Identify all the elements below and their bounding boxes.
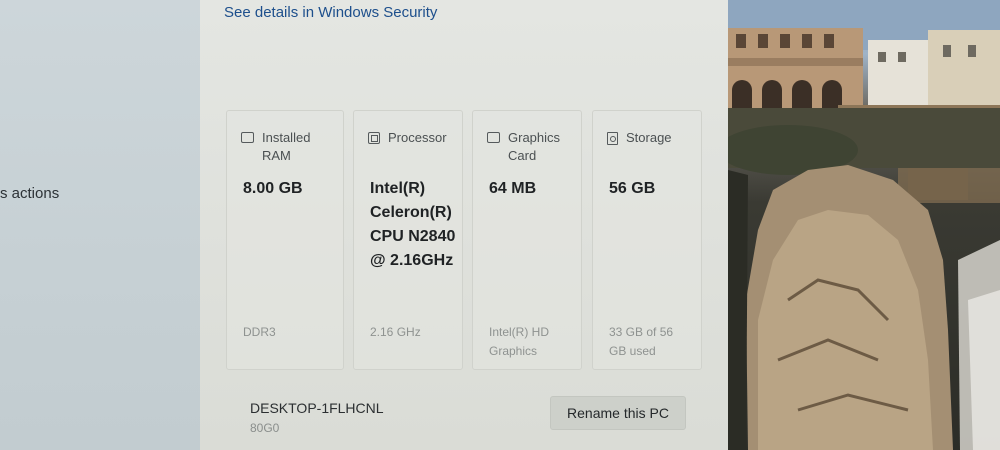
spec-card-processor: Processor Intel(R) Celeron(R) CPU N2840 … — [353, 110, 463, 370]
settings-nav-pane: s actions — [0, 0, 200, 450]
device-model: 80G0 — [250, 421, 280, 435]
screen: s actions See details in Windows Securit… — [0, 0, 1000, 450]
wallpaper-illustration — [728, 0, 1000, 450]
nav-item-actions[interactable]: s actions — [0, 185, 59, 202]
memory-icon — [241, 132, 254, 143]
spec-value: 56 GB — [609, 180, 656, 197]
spec-card-ram: Installed RAM 8.00 GB DDR3 — [226, 110, 344, 370]
spec-label: Storage — [626, 130, 672, 145]
spec-detail: 2.16 GHz — [370, 325, 421, 339]
rename-pc-button[interactable]: Rename this PC — [550, 396, 686, 430]
spec-value: 8.00 GB — [243, 180, 303, 197]
desktop-wallpaper — [728, 0, 1000, 450]
spec-value: 64 MB — [489, 180, 537, 197]
spec-value: Intel(R) Celeron(R) CPU N2840 @ 2.16GHz — [370, 180, 456, 269]
processor-icon — [368, 132, 380, 144]
storage-icon — [607, 132, 618, 145]
windows-security-link[interactable]: See details in Windows Security — [224, 4, 437, 21]
spec-label: Graphics Card — [508, 130, 561, 163]
spec-label: Processor — [388, 130, 447, 145]
spec-card-graphics: Graphics Card 64 MB Intel(R) HD Graphics — [472, 110, 582, 370]
about-content-pane: See details in Windows Security Installe… — [200, 0, 728, 450]
spec-label: Installed RAM — [262, 130, 311, 163]
spec-detail: 33 GB of 56 GB used — [609, 325, 674, 358]
spec-card-storage: Storage 56 GB 33 GB of 56 GB used — [592, 110, 702, 370]
spec-detail: Intel(R) HD Graphics — [489, 325, 550, 358]
spec-detail: DDR3 — [243, 325, 276, 339]
graphics-card-icon — [487, 132, 500, 143]
device-name: DESKTOP-1FLHCNL — [250, 400, 384, 416]
